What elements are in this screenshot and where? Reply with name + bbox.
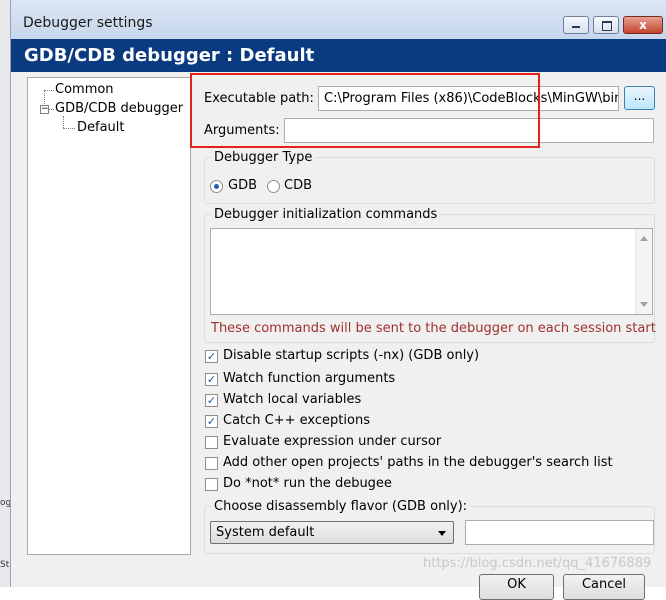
watermark: https://blog.csdn.net/qq_41676889 [423, 556, 652, 571]
tree-connector [63, 128, 75, 129]
scroll-down-icon[interactable] [640, 302, 648, 307]
gdb-radio[interactable] [210, 180, 223, 193]
checkbox-label[interactable]: Watch function arguments [223, 371, 395, 386]
tree-connector [63, 116, 64, 128]
ok-button[interactable]: OK [479, 574, 554, 600]
page-header: GDB/CDB debugger : Default [11, 39, 666, 72]
arguments-label: Arguments: [204, 123, 280, 138]
chevron-down-icon[interactable] [438, 531, 446, 536]
gdb-radio-label[interactable]: GDB [228, 178, 257, 193]
checkbox-label[interactable]: Evaluate expression under cursor [223, 434, 441, 449]
checkbox-box[interactable] [205, 457, 218, 470]
checkbox-box[interactable] [205, 478, 218, 491]
cdb-radio[interactable] [267, 180, 280, 193]
checkbox-box[interactable]: ✓ [205, 373, 218, 386]
settings-tree: Common − GDB/CDB debugger Default [27, 77, 191, 555]
checkbox-box[interactable] [205, 436, 218, 449]
init-commands-note: These commands will be sent to the debug… [211, 321, 656, 336]
page-title: GDB/CDB debugger : Default [24, 45, 315, 66]
debugger-settings-dialog: Debugger settings x GDB/CDB debugger : D… [10, 0, 666, 600]
cancel-button[interactable]: Cancel [563, 574, 645, 600]
tree-item-gdb-cdb-debugger[interactable]: GDB/CDB debugger [55, 101, 183, 116]
arguments-input[interactable] [284, 118, 654, 143]
tree-connector [49, 109, 54, 110]
checkbox-label[interactable]: Watch local variables [223, 392, 361, 407]
browse-button[interactable]: ... [624, 86, 655, 110]
checkbox-label[interactable]: Catch C++ exceptions [223, 413, 370, 428]
cdb-radio-label[interactable]: CDB [284, 178, 312, 193]
minimize-button[interactable] [563, 16, 589, 34]
checkbox-label[interactable]: Add other open projects' paths in the de… [223, 455, 613, 470]
disassembly-flavor-value: System default [216, 525, 315, 540]
collapse-icon[interactable]: − [40, 105, 49, 114]
disassembly-flavor-select[interactable]: System default [210, 521, 454, 544]
init-commands-title: Debugger initialization commands [211, 207, 441, 222]
executable-path-label: Executable path: [204, 91, 314, 106]
disassembly-title: Choose disassembly flavor (GDB only): [211, 499, 471, 514]
tree-item-default[interactable]: Default [77, 120, 125, 135]
checkbox-label[interactable]: Disable startup scripts (-nx) (GDB only) [223, 348, 479, 363]
close-button[interactable]: x [623, 16, 663, 34]
checkbox-box[interactable]: ✓ [205, 415, 218, 428]
tree-item-common[interactable]: Common [55, 82, 114, 97]
checkbox-box[interactable]: ✓ [205, 394, 218, 407]
tree-connector [44, 90, 54, 91]
checkbox-label[interactable]: Do *not* run the debugee [223, 476, 392, 491]
edge-glyph: St [0, 560, 10, 570]
disassembly-extra-input[interactable] [465, 520, 654, 545]
checkbox-box[interactable]: ✓ [205, 350, 218, 363]
window-title: Debugger settings [23, 15, 153, 31]
maximize-button[interactable] [593, 16, 619, 34]
vertical-scrollbar[interactable] [635, 229, 652, 314]
close-icon: x [639, 18, 647, 32]
title-bar: Debugger settings x [11, 0, 666, 39]
scroll-up-icon[interactable] [640, 236, 648, 241]
maximize-icon [602, 21, 612, 31]
init-commands-textarea[interactable] [210, 228, 653, 315]
executable-path-input[interactable]: C:\Program Files (x86)\CodeBlocks\MinGW\… [318, 86, 619, 111]
debugger-type-title: Debugger Type [211, 150, 316, 165]
minimize-icon [572, 26, 580, 28]
